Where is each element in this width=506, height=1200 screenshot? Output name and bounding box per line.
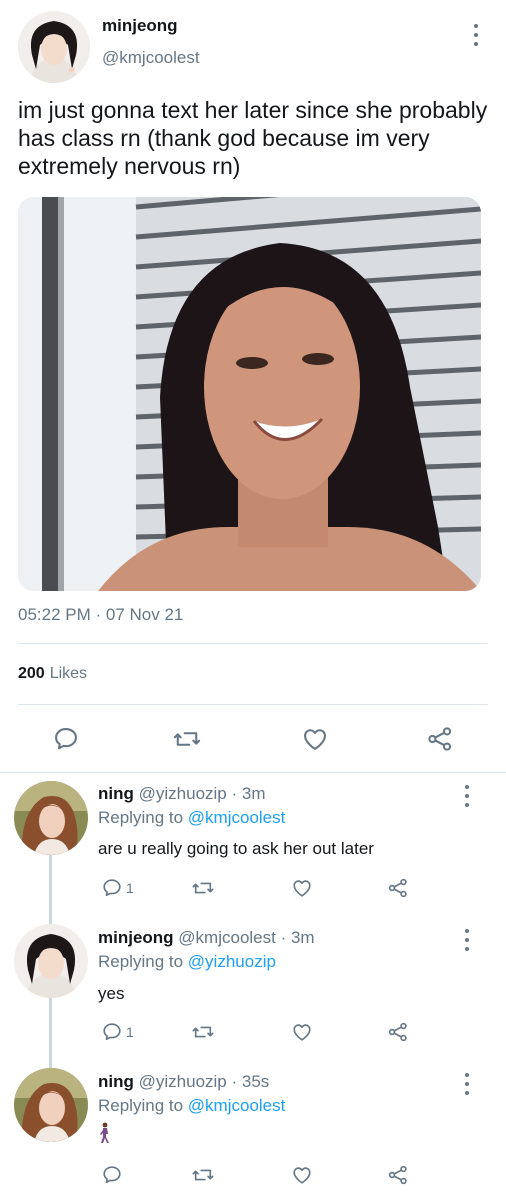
reply-icon [55, 728, 77, 750]
more-vertical-icon[interactable] [464, 1073, 470, 1095]
share-icon [428, 727, 452, 751]
main-author-handle[interactable]: @kmjcoolest [102, 48, 200, 68]
thread-line [49, 853, 52, 916]
like-button[interactable] [301, 725, 329, 753]
reply-author-name[interactable]: ning [98, 1072, 134, 1091]
replying-to-mention[interactable]: @yizhuozip [188, 952, 276, 971]
reply-author-name[interactable]: ning [98, 784, 134, 803]
main-author-avatar[interactable] [18, 11, 90, 83]
reply-header: minjeong @kmjcoolest · 3m [98, 928, 315, 948]
retweet-button[interactable] [191, 1164, 215, 1186]
retweet-button[interactable] [191, 1021, 215, 1043]
share-icon [388, 1022, 407, 1042]
reply-author-name[interactable]: minjeong [98, 928, 174, 947]
reply-button[interactable] [101, 1164, 126, 1186]
tweet-text: im just gonna text her later since she p… [18, 97, 488, 179]
retweet-button[interactable] [172, 725, 202, 753]
share-button[interactable] [387, 877, 409, 899]
reply-icon [103, 1023, 121, 1041]
share-icon [388, 1165, 407, 1185]
thread-line [49, 916, 52, 924]
reply-button[interactable]: 1 [101, 877, 134, 899]
replying-to-mention[interactable]: @kmjcoolest [188, 808, 286, 827]
replying-to-label: Replying to [98, 1096, 184, 1115]
more-vertical-icon[interactable] [464, 785, 470, 807]
divider [18, 704, 488, 705]
share-button[interactable] [426, 725, 454, 753]
reply-tweet[interactable]: ning @yizhuozip · 35s Replying to @kmjco… [0, 1060, 506, 1200]
likes-summary[interactable]: 200 Likes [18, 665, 87, 683]
reply-author-handle[interactable]: @yizhuozip [139, 1072, 227, 1091]
retweet-button[interactable] [191, 877, 215, 899]
walking-person-emoji [98, 1122, 112, 1149]
reply-author-avatar[interactable] [14, 1068, 88, 1142]
like-button[interactable] [291, 1021, 313, 1043]
reply-time[interactable]: · 35s [232, 1072, 270, 1091]
tweet-media-photo[interactable] [18, 197, 481, 591]
heart-icon [293, 1024, 311, 1041]
retweet-icon [192, 882, 214, 894]
replying-to-line: Replying to @kmjcoolest [98, 1096, 285, 1116]
heart-icon [293, 880, 311, 897]
more-vertical-icon[interactable] [473, 24, 479, 46]
replying-to-line: Replying to @yizhuozip [98, 952, 276, 972]
reply-text: yes [98, 984, 125, 1003]
like-button[interactable] [291, 877, 313, 899]
reply-header: ning @yizhuozip · 3m [98, 784, 266, 804]
replying-to-label: Replying to [98, 952, 184, 971]
reply-button[interactable]: 1 [101, 1021, 134, 1043]
reply-icon [103, 1166, 121, 1184]
reply-header: ning @yizhuozip · 35s [98, 1072, 269, 1092]
like-button[interactable] [291, 1164, 313, 1186]
main-author-name[interactable]: minjeong [102, 16, 178, 36]
tweet-timestamp[interactable]: 05:22 PM · 07 Nov 21 [18, 605, 183, 625]
more-vertical-icon[interactable] [464, 929, 470, 951]
reply-author-avatar[interactable] [14, 781, 88, 855]
heart-icon [293, 1167, 311, 1184]
replying-to-line: Replying to @kmjcoolest [98, 808, 285, 828]
share-icon [388, 878, 407, 898]
reply-count: 1 [126, 880, 134, 896]
reply-author-avatar[interactable] [14, 924, 88, 998]
reply-tweet[interactable]: minjeong @kmjcoolest · 3m Replying to @y… [0, 916, 506, 1060]
replying-to-mention[interactable]: @kmjcoolest [188, 1096, 286, 1115]
share-button[interactable] [387, 1021, 409, 1043]
reply-time[interactable]: · 3m [281, 928, 315, 947]
reply-text: are u really going to ask her out later [98, 839, 374, 858]
retweet-icon [192, 1169, 214, 1181]
reply-count: 1 [126, 1024, 134, 1040]
reply-tweet[interactable]: ning @yizhuozip · 3m Replying to @kmjcoo… [0, 773, 506, 916]
reply-author-handle[interactable]: @yizhuozip [139, 784, 227, 803]
likes-count: 200 [18, 665, 45, 682]
retweet-icon [192, 1026, 214, 1038]
likes-label: Likes [49, 665, 88, 682]
divider [18, 643, 488, 644]
replying-to-label: Replying to [98, 808, 184, 827]
thread-line [49, 998, 52, 1060]
heart-icon [304, 729, 326, 750]
main-tweet: minjeong @kmjcoolest im just gonna text … [0, 0, 506, 770]
thread-line [49, 1060, 52, 1068]
retweet-icon [173, 732, 201, 746]
reply-time[interactable]: · 3m [232, 784, 266, 803]
share-button[interactable] [387, 1164, 409, 1186]
reply-button[interactable] [52, 725, 80, 753]
reply-author-handle[interactable]: @kmjcoolest [178, 928, 276, 947]
reply-icon [103, 879, 121, 897]
